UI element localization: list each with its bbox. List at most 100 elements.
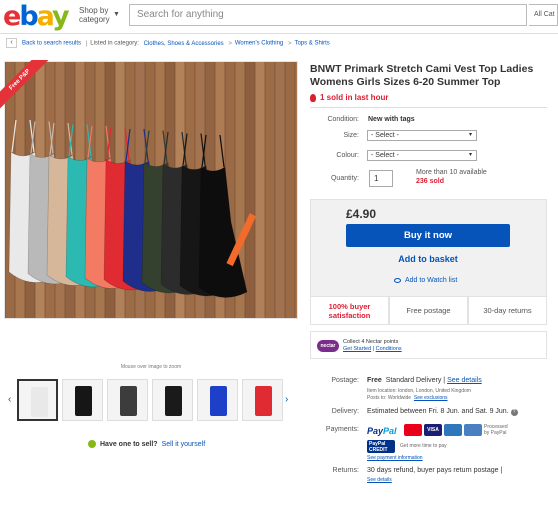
nectar-separator: | [372,346,375,352]
sold-in-last-hour: 1 sold in last hour [310,93,388,102]
postage-separator: | [443,377,446,384]
postage-free: Free [367,377,382,384]
chevron-left-icon[interactable]: ‹ [6,38,17,48]
add-to-basket-button[interactable]: Add to basket [346,250,510,268]
breadcrumb-item-tops-shirts[interactable]: Tops & Shirts [294,41,329,47]
shop-by-line2: category [79,15,110,24]
nectar-text: Collect 4 Nectar points Get Started | Co… [343,339,402,353]
by-paypal-text: by PayPal [484,430,507,436]
size-label: Size: [343,132,359,139]
have-one-to-sell-label: Have one to sell? [100,440,158,448]
thumbnail-strip: ‹ › [5,377,295,425]
thumbnail[interactable] [197,379,238,421]
eye-icon [394,277,401,283]
paypal-logo: PayPal [367,426,397,436]
thumbnail[interactable] [107,379,148,421]
colour-select[interactable]: - Select - ▾ [367,150,477,161]
thumbnail-cami [31,387,48,417]
ribbon-label: Free P&P [0,60,53,113]
satisfaction-line1: 100% buyer [328,302,371,311]
thumbnail[interactable] [152,379,193,421]
size-select-value: - Select - [371,132,400,139]
postage-value: Free Standard Delivery | See details [367,377,482,384]
thumbnail-cami [120,386,137,416]
zoom-hint: Mouse over image to zoom [120,364,182,370]
breadcrumb-item-womens-clothing[interactable]: Women's Clothing [235,41,283,47]
back-to-search-link[interactable]: Back to search results [22,41,81,47]
condition-label: Condition: [327,116,359,123]
returns-label: Returns: [332,467,359,474]
see-exclusions-link[interactable]: See exclusions [414,395,448,401]
chevron-right-icon: > [228,40,232,47]
fire-icon [310,93,316,102]
chevron-right-icon[interactable]: › [285,394,288,405]
divider [310,107,547,108]
breadcrumb-separator: | [85,40,88,47]
search-input[interactable]: Search for anything [129,4,527,26]
condition-value: New with tags [368,116,415,123]
buyer-satisfaction-badge: 100% buyer satisfaction [310,297,389,325]
quantity-input[interactable]: 1 [369,170,393,187]
delivery-label: Delivery: [331,408,359,415]
maestro-icon [464,424,482,436]
chevron-down-icon[interactable]: ▼ [113,11,120,18]
ebay-logo[interactable]: ebay [3,1,70,33]
price: £4.90 [346,207,377,221]
thumbnail[interactable] [242,379,283,421]
processed-by-paypal: Processed by PayPal [484,424,508,436]
visa-icon: VISA [424,424,442,436]
returns-badge: 30-day returns [468,297,547,325]
thumbnail[interactable] [17,379,58,421]
sell-it-yourself-link[interactable]: Sell it yourself [162,441,206,448]
buy-it-now-button[interactable]: Buy it now [346,224,510,247]
listed-in-label: Listed in category: [90,40,139,47]
returns-text: 30 days refund, buyer pays return postag… [367,467,502,474]
thumbnail[interactable] [62,379,103,421]
available-text: More than 10 available [416,169,487,176]
returns-policy-text: 30 days refund, buyer pays return postag… [367,467,499,474]
payments-label: Payments: [325,426,359,433]
thumbnail-cami [165,386,182,416]
returns-see-details-link[interactable]: See details [367,477,392,483]
delivery-estimate: Estimated between Fri. 8 Jun. and Sat. 9… [367,408,518,416]
header: ebay Shop by category ▼ Search for anyth… [0,0,558,34]
nectar-get-started-link[interactable]: Get Started [343,346,371,352]
item-location: Item location: london, London, United Ki… [367,388,471,394]
category-select[interactable]: All Cat [529,4,558,26]
nectar-points-text: Collect 4 Nectar points [343,339,399,345]
free-postage-ribbon: Free P&P [0,60,58,120]
size-select[interactable]: - Select - ▾ [367,130,477,141]
satisfaction-line2: satisfaction [328,311,371,320]
more-time-to-pay: Get more time to pay [400,443,447,449]
nectar-box: nectar Collect 4 Nectar points Get Start… [310,331,547,359]
colour-label: Colour: [336,152,359,159]
amex-icon [444,424,462,436]
watch-list-label: Add to Watch list [405,277,458,284]
chevron-left-icon[interactable]: ‹ [8,394,11,405]
delivery-estimate-text: Estimated between Fri. 8 Jun. and Sat. 9… [367,408,509,415]
availability: More than 10 available 236 sold [416,168,487,186]
returns-separator: | [500,467,503,474]
postage-see-details-link[interactable]: See details [447,377,482,384]
sold-count: 236 sold [416,178,445,185]
chevron-down-icon: ▾ [468,152,472,158]
chevron-right-icon: > [287,40,292,47]
mastercard-icon [404,424,422,436]
see-payment-info-link[interactable]: See payment information [367,455,423,461]
add-to-watch-list-button[interactable]: Add to Watch list [394,277,457,284]
nectar-conditions-link[interactable]: Conditions [376,346,402,352]
breadcrumb-item-clothes[interactable]: Clothes, Shoes & Accessories [144,41,224,47]
nectar-logo: nectar [317,340,339,352]
paypal-credit-line2: CREDIT [369,447,388,453]
info-icon[interactable]: ? [510,409,518,416]
posts-to: Posts to: Worldwide See exclusions [367,395,448,401]
posts-to-text: Posts to: Worldwide [367,395,412,401]
paypal-logo-pal: Pal [383,426,397,436]
free-postage-badge: Free postage [389,297,468,325]
quantity-label: Quantity: [330,175,359,182]
breadcrumb: ‹ Back to search results | Listed in categ… [6,38,330,50]
shop-by-category-button[interactable]: Shop by category [79,6,110,24]
lightbulb-icon [88,440,96,448]
have-one-to-sell: Have one to sell? Sell it yourself [88,440,205,448]
thumbnail-cami [75,386,92,416]
